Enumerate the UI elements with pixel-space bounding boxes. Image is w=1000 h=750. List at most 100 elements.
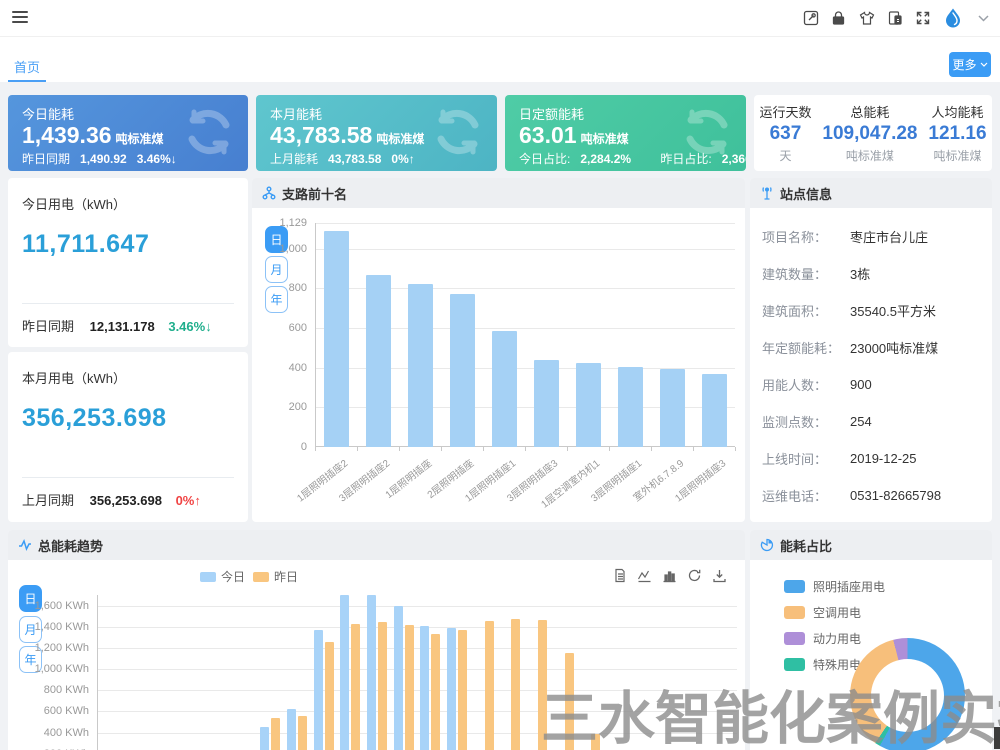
trend-bar-today[interactable] — [367, 595, 376, 750]
site-info-row: 建筑面积：35540.5平方米 — [762, 292, 984, 329]
wrench-icon[interactable] — [802, 10, 819, 27]
site-info-value: 23000吨标准煤 — [850, 338, 938, 357]
id-card-icon[interactable] — [886, 10, 903, 27]
legend-swatch — [253, 572, 269, 582]
bar-chart-icon[interactable] — [662, 568, 677, 583]
axis-tick — [609, 447, 610, 451]
card-value: 43,783.58 — [270, 122, 372, 148]
branch-bar[interactable] — [660, 369, 685, 447]
panel-title: 能耗占比 — [780, 536, 832, 555]
fullscreen-icon[interactable] — [914, 10, 931, 27]
stat-value: 637 — [759, 123, 811, 145]
y-axis-label: 600 — [257, 322, 307, 334]
gridline — [97, 733, 737, 734]
ratio-legend-item[interactable]: 照明插座用电 — [784, 578, 885, 595]
trend-bar-today[interactable] — [447, 628, 456, 750]
change-badge: 0%↑ — [176, 493, 201, 508]
water-drop-logo[interactable] — [942, 7, 964, 29]
axis-tick — [441, 447, 442, 451]
usage-value: 11,711.647 — [22, 230, 149, 259]
branch-bar[interactable] — [408, 284, 433, 447]
branch-bar[interactable] — [618, 367, 643, 447]
branch-bar[interactable] — [702, 374, 727, 447]
y-axis-label: 800 KWh — [19, 684, 89, 696]
trend-bar-yesterday[interactable] — [591, 734, 600, 750]
top-bar — [0, 0, 1000, 36]
trend-bar-yesterday[interactable] — [565, 653, 574, 750]
trend-bar-yesterday[interactable] — [325, 642, 334, 750]
trend-panel: 总能耗趋势 今日昨日 日 月 年 1,600 KWh1,400 KWh1,200… — [8, 530, 745, 750]
card-sub-label: 上月能耗 — [270, 152, 318, 166]
scrollbar-thumb[interactable] — [994, 727, 1000, 749]
more-button[interactable]: 更多 — [949, 52, 991, 77]
legend-item[interactable]: 今日 — [200, 568, 245, 585]
trend-bar-yesterday[interactable] — [511, 619, 520, 750]
trend-bar-yesterday[interactable] — [351, 624, 360, 750]
today-electricity-card: 今日用电（kWh） 11,711.647 昨日同期 12,131.178 3.4… — [8, 178, 248, 347]
chevron-down-icon[interactable] — [975, 10, 992, 27]
trend-bar-today[interactable] — [260, 727, 269, 750]
change-badge: 3.46%↓ — [168, 319, 211, 334]
y-axis-label: 0 — [257, 441, 307, 453]
trend-bar-yesterday[interactable] — [405, 625, 414, 750]
recycle-arrows-icon — [431, 105, 485, 164]
chevron-down-icon — [980, 62, 988, 67]
trend-bar-yesterday[interactable] — [485, 621, 494, 750]
trend-bar-yesterday[interactable] — [298, 716, 307, 750]
ratio-legend-label: 特殊用电 — [813, 656, 861, 673]
branch-bar[interactable] — [576, 363, 601, 447]
branch-bar[interactable] — [366, 275, 391, 447]
trend-bar-today[interactable] — [340, 595, 349, 750]
axis-tick — [357, 447, 358, 451]
branch-bar[interactable] — [534, 360, 559, 447]
branch-bar[interactable] — [450, 294, 475, 447]
data-view-icon[interactable] — [612, 568, 627, 583]
trend-bar-yesterday[interactable] — [431, 634, 440, 750]
legend-item[interactable]: 昨日 — [253, 568, 298, 585]
trend-bar-yesterday[interactable] — [458, 630, 467, 750]
site-info-row: 监测点数：254 — [762, 403, 984, 440]
download-icon[interactable] — [712, 568, 727, 583]
trend-bar-today[interactable] — [394, 606, 403, 750]
stat-label: 人均能耗 — [928, 102, 986, 121]
stat-unit: 天 — [759, 147, 811, 164]
branch-top10-panel: 支路前十名 日 月 年 1,1291,00080060040020001层照明插… — [252, 178, 745, 522]
compare-value: 12,131.178 — [90, 319, 155, 334]
y-axis-label: 400 KWh — [19, 727, 89, 739]
y-axis-label: 1,000 — [257, 243, 307, 255]
tab-home[interactable]: 首页 — [14, 57, 40, 76]
stat-running-days: 运行天数 637 天 — [759, 102, 811, 164]
lock-icon[interactable] — [830, 10, 847, 27]
site-info-row: 年定额能耗：23000吨标准煤 — [762, 329, 984, 366]
usage-value: 356,253.698 — [22, 404, 167, 433]
month-electricity-card: 本月用电（kWh） 356,253.698 上月同期 356,253.698 0… — [8, 352, 248, 522]
site-info-label: 运维电话： — [762, 486, 850, 505]
trend-bar-today[interactable] — [287, 709, 296, 750]
gridline — [97, 648, 737, 649]
ratio-legend-item[interactable]: 动力用电 — [784, 630, 885, 647]
branch-period-month-button[interactable]: 月 — [265, 256, 288, 283]
theme-shirt-icon[interactable] — [858, 10, 875, 27]
trend-bar-yesterday[interactable] — [271, 718, 280, 750]
ratio-legend-swatch — [784, 658, 805, 671]
site-info-value: 2019-12-25 — [850, 451, 917, 466]
refresh-icon[interactable] — [687, 568, 702, 583]
ratio-legend-item[interactable]: 空调用电 — [784, 604, 885, 621]
usage-title: 本月用电（kWh） — [22, 368, 126, 387]
trend-bar-yesterday[interactable] — [378, 622, 387, 750]
axis-tick — [315, 447, 316, 451]
y-axis-label: 1,400 KWh — [19, 621, 89, 633]
trend-bar-today[interactable] — [314, 630, 323, 750]
trend-bar-chart: 1,600 KWh1,400 KWh1,200 KWh1,000 KWh800 … — [97, 595, 737, 750]
compare-label: 昨日同期 — [22, 319, 74, 334]
gridline — [97, 606, 737, 607]
line-chart-icon[interactable] — [637, 568, 652, 583]
menu-toggle-icon[interactable] — [12, 11, 28, 24]
trend-bar-today[interactable] — [420, 626, 429, 750]
branch-bar[interactable] — [324, 231, 349, 447]
card-title: 本月能耗 — [270, 104, 322, 123]
site-info-label: 建筑面积： — [762, 301, 850, 320]
stat-unit: 吨标准煤 — [822, 147, 917, 164]
trend-bar-yesterday[interactable] — [538, 620, 547, 750]
branch-bar[interactable] — [492, 331, 517, 447]
